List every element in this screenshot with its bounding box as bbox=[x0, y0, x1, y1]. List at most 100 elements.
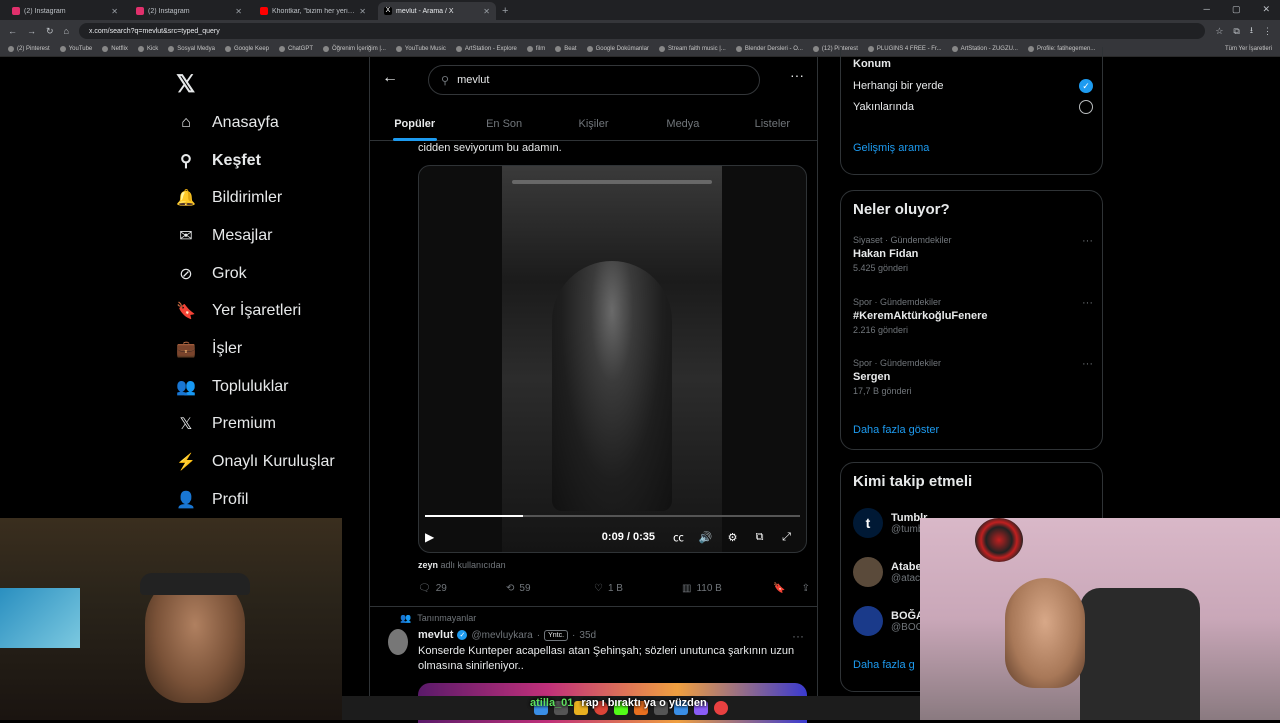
taskbar-app-icon[interactable] bbox=[714, 701, 728, 715]
extensions-icon[interactable]: ⧉ bbox=[1233, 26, 1239, 37]
bookmark-item[interactable]: (2) Pinterest bbox=[8, 46, 50, 52]
close-icon[interactable]: ✕ bbox=[483, 7, 490, 16]
location-anywhere-option[interactable]: Herhangi bir yerde ✓ bbox=[853, 79, 1093, 93]
attribution-user[interactable]: zeyn bbox=[418, 560, 438, 570]
nav-item-onayl-kurulu-lar[interactable]: ⚡ Onaylı Kuruluşlar bbox=[176, 443, 335, 481]
bookmark-item[interactable]: ChatGPT bbox=[279, 46, 313, 52]
bookmark-item[interactable]: film bbox=[526, 46, 545, 52]
trend-item[interactable]: Spor · Gündemdekiler Sergen 17,7 B gönde… bbox=[853, 358, 1093, 396]
home-icon[interactable]: ⌂ bbox=[64, 26, 69, 36]
nav-item-mesajlar[interactable]: ✉ Mesajlar bbox=[176, 217, 335, 255]
bookmark-item[interactable]: Google Dokümanlar bbox=[586, 46, 649, 52]
radio-unchecked-icon[interactable] bbox=[1079, 100, 1093, 114]
bookmark-favicon-icon bbox=[586, 46, 593, 52]
avatar[interactable]: t bbox=[853, 508, 883, 538]
tab-people[interactable]: Kişiler bbox=[549, 107, 638, 141]
close-icon[interactable]: ✕ bbox=[111, 7, 118, 16]
star-icon[interactable]: ☆ bbox=[1215, 26, 1223, 37]
location-nearby-option[interactable]: Yakınlarında bbox=[853, 100, 1093, 114]
volume-icon[interactable]: 🔊 bbox=[692, 531, 719, 544]
avatar[interactable] bbox=[853, 606, 883, 636]
search-input[interactable]: ⚲ mevlut bbox=[428, 65, 760, 95]
all-bookmarks[interactable]: Tüm Yer İşaretleri bbox=[1225, 46, 1272, 52]
show-more-link[interactable]: Daha fazla g bbox=[853, 659, 915, 671]
trend-item[interactable]: Siyaset · Gündemdekiler Hakan Fidan 5.42… bbox=[853, 235, 1093, 273]
avatar[interactable] bbox=[388, 629, 408, 655]
browser-tab[interactable]: Khontkar, "bizim her yerimiz bi... ✕ bbox=[254, 2, 372, 20]
nav-item-i-ler[interactable]: 💼 İşler bbox=[176, 330, 335, 368]
browser-tab-active[interactable]: Xmevlut - Arama / X ✕ bbox=[378, 2, 496, 20]
tab-latest[interactable]: En Son bbox=[459, 107, 548, 141]
suggestion-handle: @atac bbox=[891, 572, 921, 584]
video-progress-bar[interactable] bbox=[425, 515, 800, 517]
bookmark-item[interactable]: Netflix bbox=[102, 46, 128, 52]
tab-media[interactable]: Medya bbox=[638, 107, 727, 141]
bookmark-item[interactable]: Sosyal Medya bbox=[168, 46, 215, 52]
trend-meta: Spor · Gündemdekiler bbox=[853, 358, 942, 368]
bookmark-item[interactable]: Beat bbox=[555, 46, 577, 52]
settings-icon[interactable]: ⚙ bbox=[719, 531, 746, 544]
more-options-icon[interactable]: ··· bbox=[1082, 235, 1093, 247]
bookmark-item[interactable]: YouTube bbox=[59, 46, 92, 52]
more-options-icon[interactable]: ··· bbox=[1082, 297, 1093, 309]
url-field[interactable]: x.com/search?q=mevlut&src=typed_query bbox=[78, 23, 1206, 39]
x-logo-icon[interactable]: 𝕏 bbox=[176, 70, 195, 99]
bookmark-label: Stream faith music |... bbox=[667, 46, 726, 52]
picture-in-picture-icon[interactable]: ⧉ bbox=[746, 531, 773, 544]
tweet-age[interactable]: 35d bbox=[579, 630, 596, 641]
bookmark-item[interactable]: Kick bbox=[137, 46, 158, 52]
nav-item-yer-i-aretleri[interactable]: 🔖 Yer İşaretleri bbox=[176, 292, 335, 330]
trend-count: 17,7 B gönderi bbox=[853, 386, 912, 396]
close-window-icon[interactable]: ✕ bbox=[1262, 4, 1270, 15]
new-tab-icon[interactable]: + bbox=[502, 5, 508, 20]
views-button[interactable]: ▥ 110 B bbox=[682, 583, 770, 594]
nav-item-anasayfa[interactable]: ⌂ Anasayfa bbox=[176, 104, 335, 142]
browser-tab[interactable]: (2) Instagram ✕ bbox=[130, 2, 248, 20]
advanced-search-link[interactable]: Gelişmiş arama bbox=[853, 142, 929, 154]
more-options-icon[interactable]: ··· bbox=[792, 629, 804, 643]
more-options-icon[interactable]: ··· bbox=[790, 67, 804, 83]
address-bar: ← → ↻ ⌂ x.com/search?q=mevlut&src=typed_… bbox=[0, 20, 1280, 42]
more-options-icon[interactable]: ··· bbox=[1082, 358, 1093, 370]
reply-button[interactable]: 🗨 29 bbox=[418, 583, 506, 594]
bookmark-item[interactable]: Blender Dersleri - O... bbox=[735, 46, 803, 52]
nav-item-topluluklar[interactable]: 👥 Topluluklar bbox=[176, 368, 335, 406]
reload-icon[interactable]: ↻ bbox=[46, 26, 54, 37]
bookmark-item[interactable]: ArtStation - Explore bbox=[455, 46, 517, 52]
tab-lists[interactable]: Listeler bbox=[728, 107, 817, 141]
bookmark-item[interactable]: Stream faith music |... bbox=[658, 46, 726, 52]
minimize-icon[interactable]: ─ bbox=[1204, 4, 1210, 15]
radio-checked-icon[interactable]: ✓ bbox=[1079, 79, 1093, 93]
tweet-author-name[interactable]: mevlut bbox=[418, 629, 453, 641]
captions-icon[interactable]: ㏄ bbox=[665, 529, 692, 545]
nav-item-premium[interactable]: 𝕏 Premium bbox=[176, 406, 335, 444]
video-player[interactable]: ▶ 0:09 / 0:35 ㏄ 🔊 ⚙ ⧉ ⤢ bbox=[418, 165, 807, 553]
bookmark-icon[interactable]: 🔖 bbox=[773, 583, 785, 594]
play-icon[interactable]: ▶ bbox=[425, 530, 434, 544]
forward-icon[interactable]: → bbox=[27, 26, 36, 36]
fullscreen-icon[interactable]: ⤢ bbox=[773, 531, 800, 544]
close-icon[interactable]: ✕ bbox=[235, 7, 242, 16]
back-icon[interactable]: ← bbox=[8, 26, 17, 36]
avatar[interactable] bbox=[853, 557, 883, 587]
trend-item[interactable]: Spor · Gündemdekiler #KeremAktürkoğluFen… bbox=[853, 297, 1093, 335]
bookmark-item[interactable]: Öğrenim İçeriğim |... bbox=[323, 46, 386, 52]
tab-popular[interactable]: Popüler bbox=[370, 107, 459, 141]
download-icon[interactable]: ⭳ bbox=[1250, 23, 1253, 39]
close-icon[interactable]: ✕ bbox=[359, 7, 366, 16]
nav-item-ke-fet[interactable]: ⚲ Keşfet bbox=[176, 142, 335, 180]
nav-item-grok[interactable]: ⊘ Grok bbox=[176, 255, 335, 293]
retweet-button[interactable]: ⟲ 59 bbox=[506, 583, 594, 594]
bookmark-item[interactable]: Google Keep bbox=[224, 46, 269, 52]
nav-item-profil[interactable]: 👤 Profil bbox=[176, 481, 335, 519]
menu-icon[interactable]: ⋮ bbox=[1263, 26, 1272, 37]
maximize-icon[interactable]: ▢ bbox=[1232, 4, 1241, 15]
nav-item-bildirimler[interactable]: 🔔 Bildirimler bbox=[176, 179, 335, 217]
browser-tab[interactable]: (2) Instagram ✕ bbox=[6, 2, 124, 20]
share-icon[interactable]: ⇪ bbox=[802, 583, 810, 594]
bookmark-item[interactable]: YouTube Music bbox=[395, 46, 446, 52]
tweet-author-handle[interactable]: @mevluykara bbox=[471, 630, 532, 641]
back-arrow-icon[interactable]: ← bbox=[382, 69, 398, 87]
like-button[interactable]: ♡ 1 B bbox=[594, 583, 682, 594]
show-more-link[interactable]: Daha fazla göster bbox=[853, 424, 939, 436]
